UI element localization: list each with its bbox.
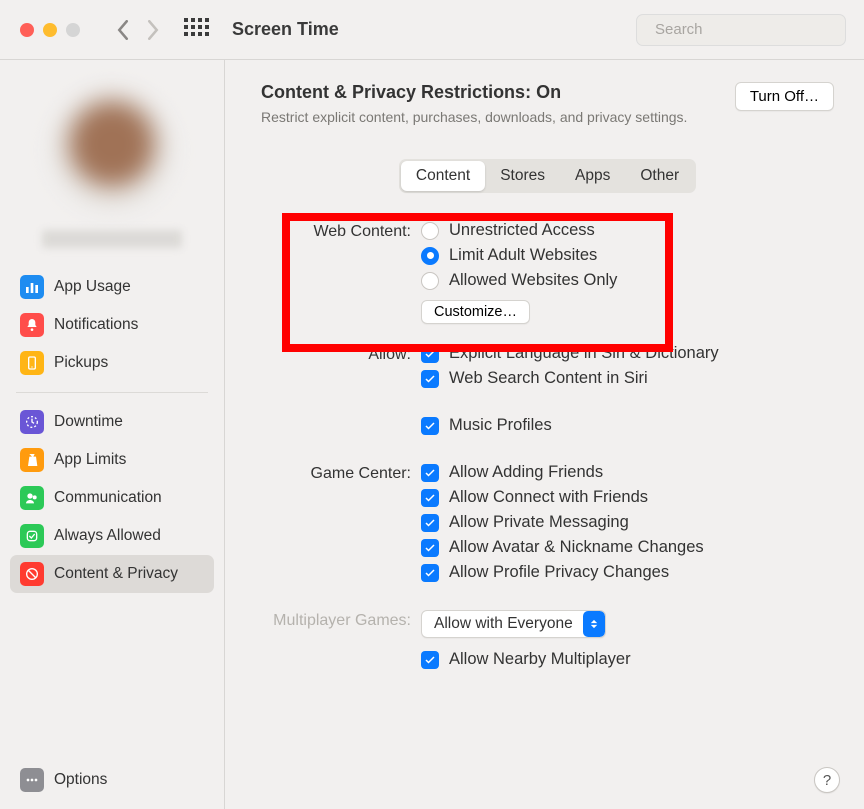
sidebar-item-label: Options	[54, 771, 107, 789]
turn-off-button[interactable]: Turn Off…	[735, 82, 834, 111]
checkbox-icon	[421, 514, 439, 532]
close-window-button[interactable]	[20, 23, 34, 37]
tab-content[interactable]: Content	[401, 161, 485, 191]
sidebar: App Usage Notifications Pickups Downtime…	[0, 60, 225, 809]
check-adding-friends[interactable]: Allow Adding Friends	[421, 463, 834, 482]
option-label: Unrestricted Access	[449, 221, 595, 240]
option-label: Allow Profile Privacy Changes	[449, 563, 669, 582]
sidebar-item-notifications[interactable]: Notifications	[10, 306, 214, 344]
content-privacy-icon	[20, 562, 44, 586]
tab-stores[interactable]: Stores	[485, 161, 560, 191]
radio-limit-adult[interactable]: Limit Adult Websites	[421, 246, 834, 265]
sidebar-item-content-privacy[interactable]: Content & Privacy	[10, 555, 214, 593]
allow-label: Allow:	[261, 344, 421, 441]
pickups-icon	[20, 351, 44, 375]
sidebar-item-options[interactable]: Options	[10, 761, 214, 799]
option-label: Allow Nearby Multiplayer	[449, 650, 631, 669]
sidebar-item-label: App Usage	[54, 278, 131, 296]
segmented-tabs: Content Stores Apps Other	[399, 159, 696, 193]
check-explicit-language[interactable]: Explicit Language in Siri & Dictionary	[421, 344, 834, 363]
game-center-label: Game Center:	[261, 463, 421, 588]
checkbox-icon	[421, 370, 439, 388]
app-usage-icon	[20, 275, 44, 299]
minimize-window-button[interactable]	[43, 23, 57, 37]
tab-apps[interactable]: Apps	[560, 161, 625, 191]
sidebar-item-app-limits[interactable]: App Limits	[10, 441, 214, 479]
search-input[interactable]	[655, 21, 854, 38]
check-avatar-nickname[interactable]: Allow Avatar & Nickname Changes	[421, 538, 834, 557]
sidebar-item-label: Always Allowed	[54, 527, 161, 545]
check-connect-friends[interactable]: Allow Connect with Friends	[421, 488, 834, 507]
avatar	[52, 90, 172, 210]
options-icon	[20, 768, 44, 792]
checkbox-icon	[421, 489, 439, 507]
option-label: Allow Avatar & Nickname Changes	[449, 538, 704, 557]
radio-icon	[421, 247, 439, 265]
maximize-window-button	[66, 23, 80, 37]
check-web-search-siri[interactable]: Web Search Content in Siri	[421, 369, 834, 388]
checkbox-icon	[421, 417, 439, 435]
radio-icon	[421, 272, 439, 290]
option-label: Limit Adult Websites	[449, 246, 597, 265]
sidebar-divider	[16, 392, 208, 393]
check-profile-privacy[interactable]: Allow Profile Privacy Changes	[421, 563, 834, 582]
downtime-icon	[20, 410, 44, 434]
app-limits-icon	[20, 448, 44, 472]
sidebar-item-label: Pickups	[54, 354, 108, 372]
help-button[interactable]: ?	[814, 767, 840, 793]
radio-unrestricted[interactable]: Unrestricted Access	[421, 221, 834, 240]
checkbox-icon	[421, 464, 439, 482]
option-label: Explicit Language in Siri & Dictionary	[449, 344, 719, 363]
sidebar-item-communication[interactable]: Communication	[10, 479, 214, 517]
titlebar: Screen Time	[0, 0, 864, 60]
option-label: Allow Connect with Friends	[449, 488, 648, 507]
always-allowed-icon	[20, 524, 44, 548]
tab-other[interactable]: Other	[625, 161, 694, 191]
checkbox-icon	[421, 345, 439, 363]
show-all-prefs-button[interactable]	[184, 18, 208, 42]
traffic-lights	[20, 23, 80, 37]
web-content-label: Web Content:	[261, 221, 421, 328]
nav-back-button[interactable]	[112, 20, 134, 40]
option-label: Allowed Websites Only	[449, 271, 617, 290]
sidebar-item-label: Content & Privacy	[54, 565, 178, 583]
window-title: Screen Time	[232, 19, 339, 40]
multiplayer-select[interactable]: Allow with Everyone	[421, 610, 606, 638]
customize-button[interactable]: Customize…	[421, 300, 530, 324]
username-label	[42, 230, 182, 248]
content-pane: Content & Privacy Restrictions: On Restr…	[225, 60, 864, 809]
page-title: Content & Privacy Restrictions: On	[261, 82, 735, 103]
sidebar-item-pickups[interactable]: Pickups	[10, 344, 214, 382]
checkbox-icon	[421, 539, 439, 557]
communication-icon	[20, 486, 44, 510]
search-field[interactable]	[636, 14, 846, 46]
check-private-messaging[interactable]: Allow Private Messaging	[421, 513, 834, 532]
checkbox-icon	[421, 651, 439, 669]
option-label: Allow Adding Friends	[449, 463, 603, 482]
select-value: Allow with Everyone	[434, 615, 573, 633]
radio-allowed-only[interactable]: Allowed Websites Only	[421, 271, 834, 290]
sidebar-item-label: Communication	[54, 489, 162, 507]
check-nearby-multiplayer[interactable]: Allow Nearby Multiplayer	[421, 650, 834, 669]
chevron-updown-icon	[583, 611, 605, 637]
sidebar-item-label: Downtime	[54, 413, 123, 431]
sidebar-item-label: Notifications	[54, 316, 138, 334]
option-label: Music Profiles	[449, 416, 552, 435]
page-subtitle: Restrict explicit content, purchases, do…	[261, 109, 735, 125]
page-title-state: On	[536, 82, 561, 102]
checkbox-icon	[421, 564, 439, 582]
sidebar-item-label: App Limits	[54, 451, 126, 469]
option-label: Web Search Content in Siri	[449, 369, 648, 388]
radio-icon	[421, 222, 439, 240]
option-label: Allow Private Messaging	[449, 513, 629, 532]
page-title-prefix: Content & Privacy Restrictions:	[261, 82, 536, 102]
notifications-icon	[20, 313, 44, 337]
sidebar-item-always-allowed[interactable]: Always Allowed	[10, 517, 214, 555]
multiplayer-label: Multiplayer Games:	[261, 610, 421, 675]
check-music-profiles[interactable]: Music Profiles	[421, 416, 834, 435]
sidebar-item-downtime[interactable]: Downtime	[10, 403, 214, 441]
sidebar-item-app-usage[interactable]: App Usage	[10, 268, 214, 306]
nav-forward-button[interactable]	[142, 20, 164, 40]
